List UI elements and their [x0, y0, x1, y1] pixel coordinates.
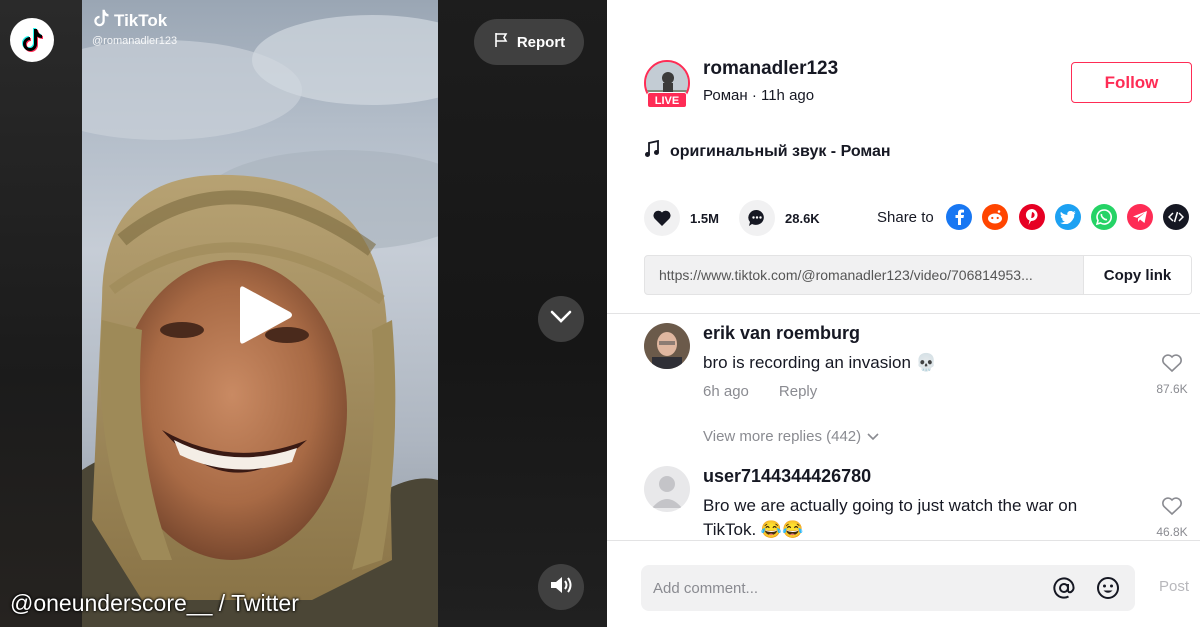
share-label: Share to: [877, 209, 934, 226]
separator-dot: ·: [751, 87, 757, 104]
like-count: 1.5M: [690, 210, 719, 226]
comment-bubble-icon[interactable]: [739, 200, 775, 236]
comment-placeholder: Add comment...: [653, 579, 759, 597]
comment-like[interactable]: 87.6K: [1152, 353, 1192, 396]
commenter-avatar[interactable]: [644, 323, 690, 369]
comment-stat[interactable]: 28.6K: [739, 200, 820, 236]
comment-input[interactable]: Add comment...: [641, 565, 1135, 611]
post-button[interactable]: Post: [1159, 578, 1189, 595]
comment-like-count: 46.8K: [1156, 525, 1188, 539]
like-stat[interactable]: 1.5M: [644, 200, 719, 236]
tiktok-note-icon: [92, 8, 110, 33]
comment-like-count: 87.6K: [1156, 382, 1188, 396]
report-label: Report: [516, 33, 566, 51]
video-watermark: TikTok @romanadler123: [92, 8, 177, 47]
author-display-name: Роман: [703, 87, 748, 104]
facebook-icon[interactable]: [946, 204, 972, 230]
share-link-box: https://www.tiktok.com/@romanadler123/vi…: [644, 255, 1192, 295]
music-link[interactable]: оригинальный звук - Роман: [644, 139, 891, 163]
comment-item: erik van roemburg bro is recording an in…: [644, 323, 1192, 413]
comment-like[interactable]: 46.8K: [1152, 496, 1192, 539]
chevron-down-icon: [550, 310, 572, 329]
report-button[interactable]: Report: [474, 19, 584, 65]
comment-meta: 6h ago Reply: [703, 383, 817, 400]
play-icon[interactable]: [238, 283, 294, 352]
author-subline: Роман · 11h ago: [703, 87, 814, 104]
heart-outline-icon[interactable]: [1161, 354, 1183, 377]
comment-bar: Add comment... Post: [607, 540, 1200, 627]
twitter-icon[interactable]: [1055, 204, 1081, 230]
music-title: оригинальный звук - Роман: [670, 142, 891, 160]
volume-button[interactable]: [538, 564, 584, 610]
watermark-brand: TikTok: [114, 10, 168, 30]
next-video-button[interactable]: [538, 296, 584, 342]
tiktok-logo-icon[interactable]: [10, 18, 54, 62]
comment-time: 6h ago: [703, 383, 749, 400]
whatsapp-icon[interactable]: [1091, 204, 1117, 230]
video-backdrop-left: [0, 0, 82, 627]
video-panel: TikTok @romanadler123 Report @oneundersc…: [0, 0, 607, 627]
comment-text: bro is recording an invasion 💀: [703, 353, 937, 372]
reply-button[interactable]: Reply: [779, 383, 817, 400]
watermark-username: @romanadler123: [92, 35, 178, 47]
pinterest-icon[interactable]: [1019, 204, 1045, 230]
author-username[interactable]: romanadler123: [703, 58, 838, 80]
copy-link-button[interactable]: Copy link: [1083, 256, 1191, 294]
comment-text: Bro we are actually going to just watch …: [703, 496, 1078, 539]
comment-username[interactable]: erik van roemburg: [703, 323, 860, 344]
post-time: 11h ago: [760, 87, 815, 104]
music-note-icon: [644, 139, 660, 163]
comment-username[interactable]: user7144344426780: [703, 466, 871, 487]
mention-icon[interactable]: [1049, 573, 1079, 603]
view-more-replies-label: View more replies (442): [703, 428, 862, 445]
reddit-icon[interactable]: [982, 204, 1008, 230]
commenter-avatar[interactable]: [644, 466, 690, 512]
view-more-replies[interactable]: View more replies (442): [703, 428, 879, 445]
detail-panel: LIVE romanadler123 Роман · 11h ago Follo…: [607, 0, 1200, 627]
heart-outline-icon[interactable]: [1161, 497, 1183, 520]
chevron-down-icon: [867, 428, 879, 445]
video-url[interactable]: https://www.tiktok.com/@romanadler123/vi…: [645, 256, 1083, 294]
flag-icon: [493, 32, 509, 52]
telegram-icon[interactable]: [1127, 204, 1153, 230]
image-credit: @oneunderscore__ / Twitter: [10, 590, 299, 616]
comment-count: 28.6K: [785, 210, 820, 226]
follow-button[interactable]: Follow: [1071, 62, 1192, 103]
heart-icon[interactable]: [644, 200, 680, 236]
speaker-icon: [549, 574, 573, 601]
divider: [607, 313, 1200, 314]
author-avatar[interactable]: LIVE: [644, 60, 690, 108]
embed-icon[interactable]: [1163, 204, 1189, 230]
live-badge: LIVE: [647, 92, 687, 108]
emoji-icon[interactable]: [1093, 573, 1123, 603]
comment-item: user7144344426780 Bro we are actually go…: [644, 466, 1192, 540]
